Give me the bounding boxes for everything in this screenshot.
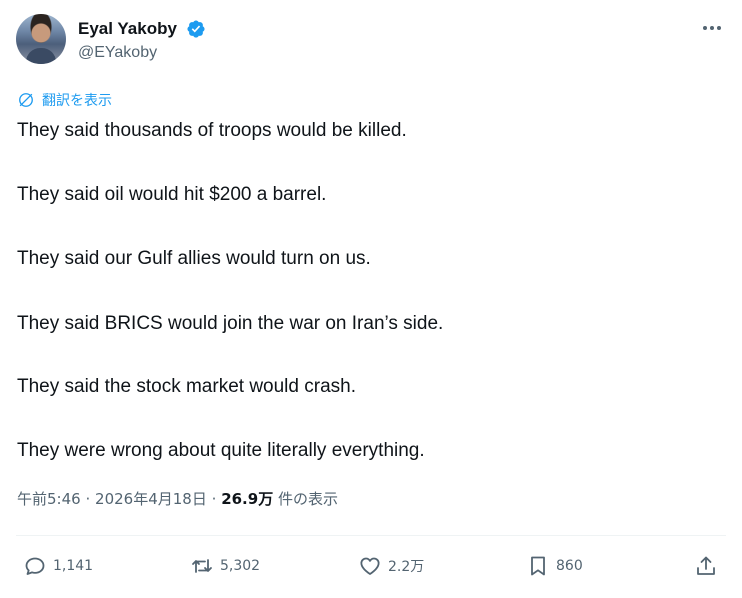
meta-separator: · <box>211 490 217 508</box>
translate-label: 翻訳を表示 <box>42 93 112 109</box>
bookmark-count: 860 <box>556 558 583 574</box>
tweet: Eyal Yakoby @EYakoby 翻訳を表示 They said tho… <box>0 0 742 598</box>
tweet-text-line: They said thousands of troops would be k… <box>17 120 407 141</box>
author-name[interactable]: Eyal Yakoby <box>78 18 177 40</box>
avatar[interactable] <box>16 14 66 64</box>
repost-count: 5,302 <box>220 558 261 574</box>
tweet-text-line: They said oil would hit $200 a barrel. <box>17 184 327 205</box>
tweet-text-line: They said BRICS would join the war on Ir… <box>17 313 444 334</box>
like-count: 2.2万 <box>388 559 425 575</box>
translate-link[interactable]: 翻訳を表示 <box>16 89 112 111</box>
tweet-meta: 午前5:46 · 2026年4月18日 · 26.9万 件の表示 <box>17 489 338 509</box>
repost-icon <box>192 559 212 573</box>
reply-count: 1,141 <box>53 558 94 574</box>
author-handle[interactable]: @EYakoby <box>78 43 157 63</box>
bookmark-button[interactable]: 860 <box>526 551 583 581</box>
tweet-text-line: They said our Gulf allies would turn on … <box>17 248 371 269</box>
divider <box>16 535 726 536</box>
share-icon <box>697 556 715 575</box>
reply-button[interactable]: 1,141 <box>23 551 93 581</box>
tweet-date[interactable]: 2026年4月18日 <box>95 490 207 508</box>
tweet-time[interactable]: 午前5:46 <box>17 490 81 508</box>
translate-icon <box>19 93 33 107</box>
like-icon <box>360 557 380 575</box>
verified-badge-icon[interactable] <box>186 19 206 39</box>
tweet-text-line: They were wrong about quite literally ev… <box>17 440 425 461</box>
like-button[interactable]: 2.2万 <box>358 551 424 581</box>
meta-separator: · <box>85 490 91 508</box>
tweet-text-line: They said the stock market would crash. <box>17 376 356 397</box>
share-button[interactable] <box>694 551 718 581</box>
views-count: 26.9万 <box>221 490 274 508</box>
more-icon[interactable] <box>697 16 727 40</box>
bookmark-icon <box>531 556 545 576</box>
reply-icon <box>25 557 45 575</box>
repost-button[interactable]: 5,302 <box>190 551 260 581</box>
views-label: 件の表示 <box>277 490 338 508</box>
